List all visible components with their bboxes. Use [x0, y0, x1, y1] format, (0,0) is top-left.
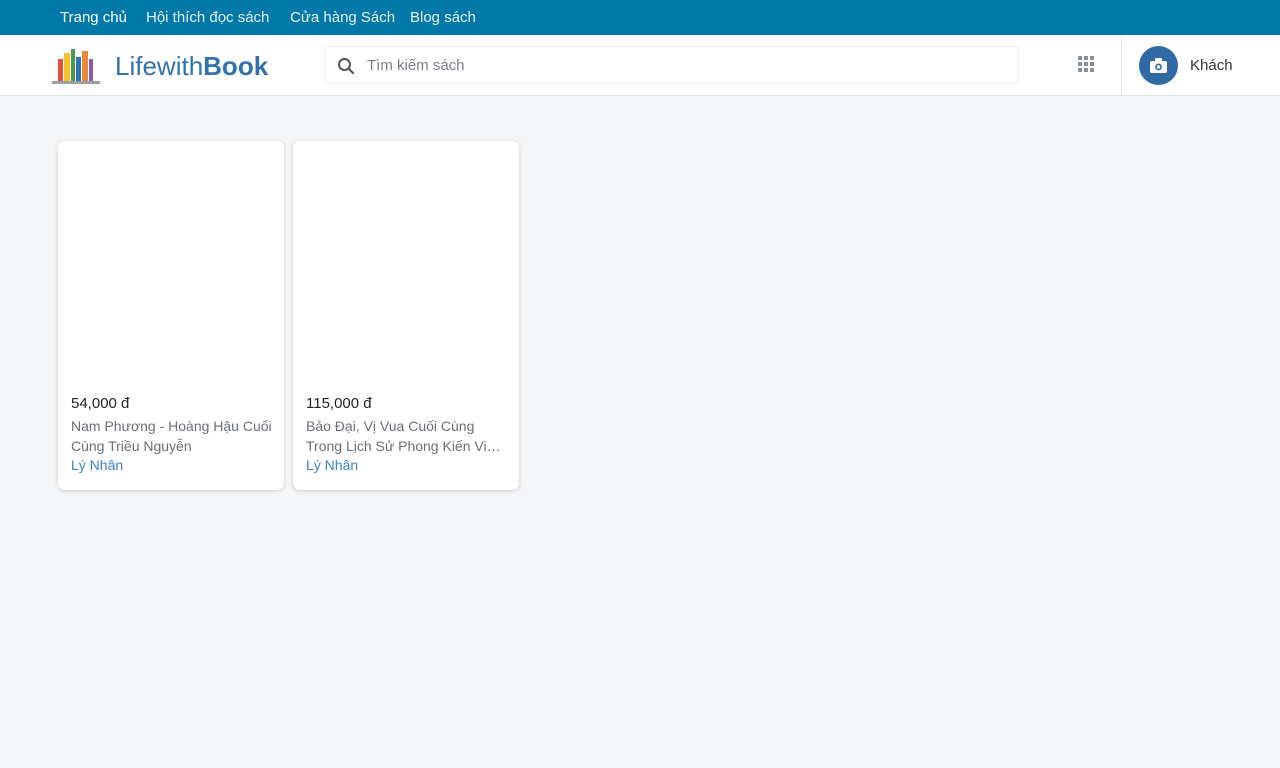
- nav-link-home[interactable]: Trang chủ: [60, 9, 127, 26]
- nav-link-book-store[interactable]: Cửa hàng Sách: [290, 9, 395, 26]
- book-author-link[interactable]: Lý Nhân: [71, 457, 123, 473]
- grid-icon[interactable]: [1077, 55, 1095, 73]
- book-cover[interactable]: [58, 141, 284, 381]
- search-box[interactable]: [324, 46, 1019, 84]
- book-card[interactable]: 115,000 đ Bảo Đại, Vị Vua Cuối Cùng Tron…: [293, 141, 519, 490]
- site-logo-text[interactable]: LifewithBook: [115, 51, 268, 82]
- nav-link-book-blog[interactable]: Blog sách: [410, 9, 476, 26]
- search-icon[interactable]: [337, 57, 355, 75]
- book-title[interactable]: Nam Phương - Hoàng Hậu Cuối Cùng Triều N…: [71, 416, 273, 456]
- book-cover[interactable]: [293, 141, 519, 381]
- book-price: 54,000 đ: [71, 395, 130, 412]
- books-icon[interactable]: [50, 45, 102, 87]
- search-input[interactable]: [367, 47, 1007, 83]
- book-price: 115,000 đ: [306, 395, 372, 412]
- book-title[interactable]: Bảo Đại, Vị Vua Cuối Cùng Trong Lịch Sử …: [306, 416, 508, 456]
- camera-icon: [1150, 58, 1167, 73]
- avatar[interactable]: [1139, 46, 1178, 85]
- logo-text-bold: Book: [203, 51, 269, 81]
- book-card[interactable]: 54,000 đ Nam Phương - Hoàng Hậu Cuối Cùn…: [58, 141, 284, 490]
- nav-link-reading-club[interactable]: Hội thích đọc sách: [146, 9, 269, 26]
- top-navigation: Trang chủ Hội thích đọc sách Cửa hàng Sá…: [0, 0, 1280, 35]
- user-name[interactable]: Khách: [1190, 57, 1233, 74]
- header-divider: [1121, 35, 1122, 95]
- logo-text-light: Lifewith: [115, 51, 204, 81]
- book-author-link[interactable]: Lý Nhân: [306, 457, 358, 473]
- site-header: LifewithBook Khách: [0, 35, 1280, 96]
